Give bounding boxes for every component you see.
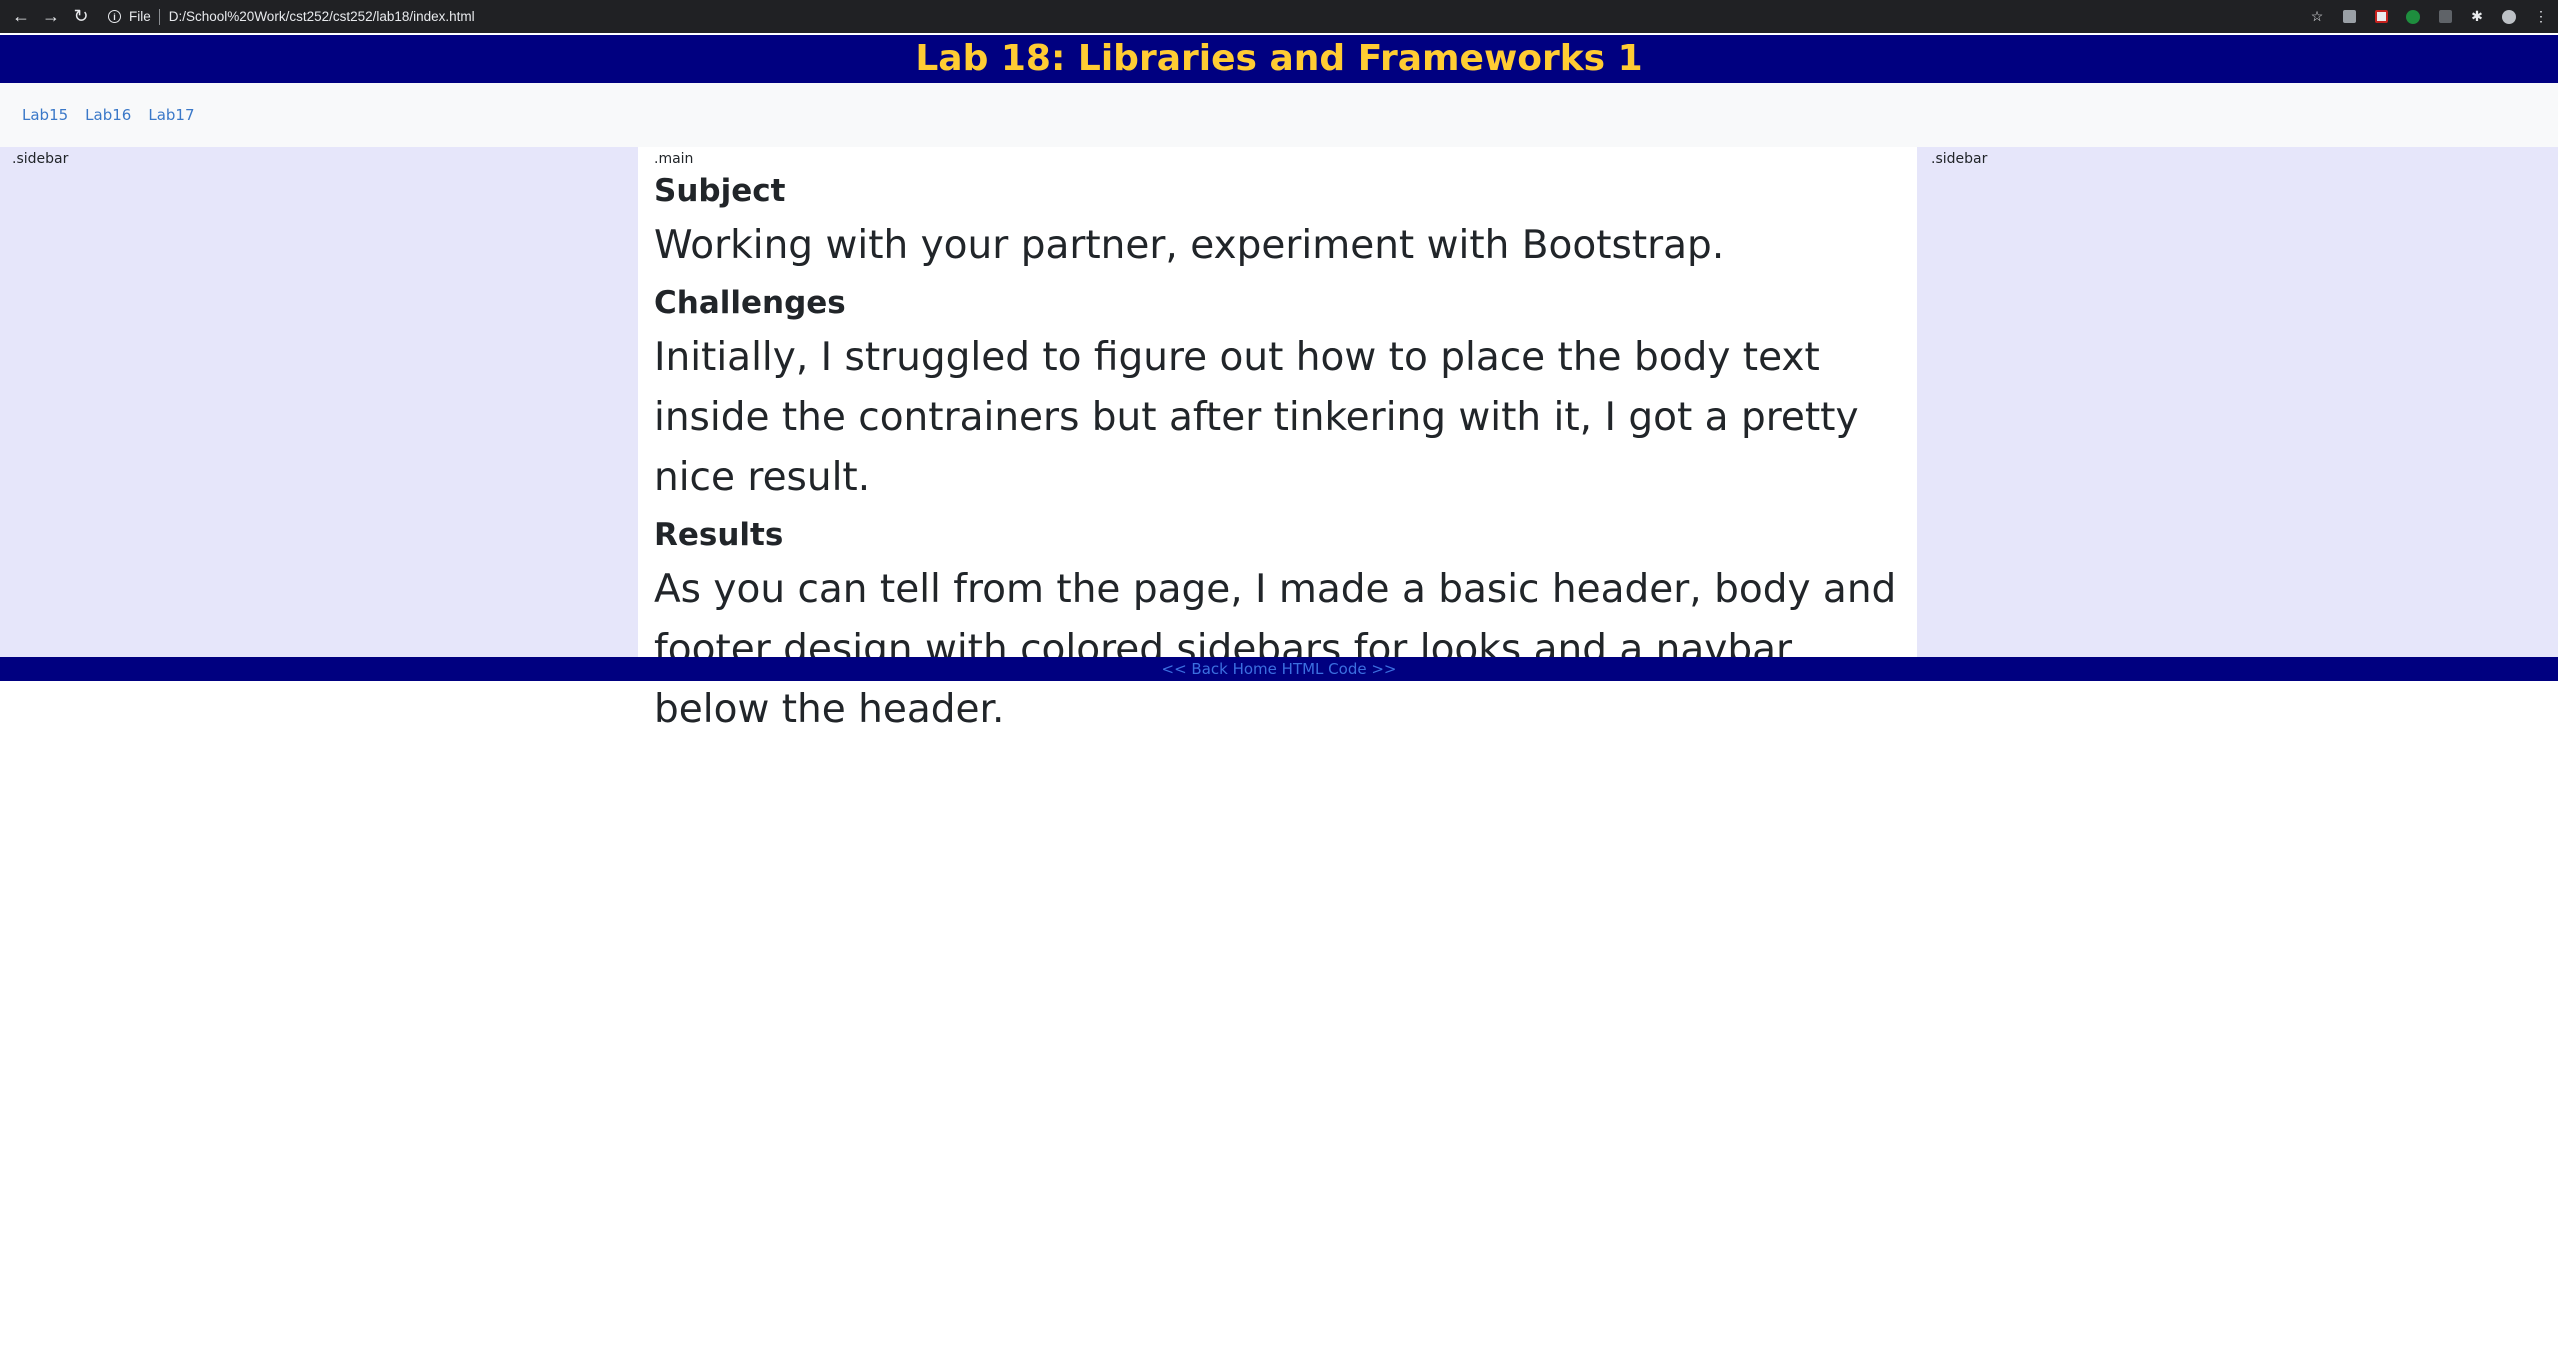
footer: << Back Home HTML Code >>	[0, 657, 2558, 681]
extension-icon[interactable]	[2436, 8, 2454, 26]
puzzle-icon[interactable]: ✱	[2468, 8, 2486, 26]
back-icon[interactable]: ←	[8, 4, 34, 30]
sidebar-label: .sidebar	[12, 151, 69, 167]
main-content: .main Subject Working with your partner,…	[638, 147, 1917, 732]
subject-heading: Subject	[654, 173, 786, 209]
content-row: .sidebar .main Subject Working with your…	[0, 147, 2558, 732]
address-bar[interactable]: i File D:/School%20Work/cst252/cst252/la…	[108, 5, 475, 29]
file-label: File	[129, 9, 151, 24]
sidebar-left: .sidebar	[0, 147, 638, 657]
extension-icon[interactable]	[2372, 8, 2390, 26]
navbar: Lab15 Lab16 Lab17	[0, 83, 2558, 147]
challenges-body: Initially, I struggled to figure out how…	[654, 335, 1859, 500]
nav-link-lab16[interactable]: Lab16	[85, 106, 131, 124]
sidebar-right: .sidebar	[1917, 147, 2558, 657]
reload-icon[interactable]: ↻	[68, 4, 94, 30]
sidebar-label: .sidebar	[1931, 151, 1988, 167]
extensions-area: ☆ ✱ ⋮	[2294, 0, 2550, 33]
profile-avatar-icon[interactable]	[2500, 8, 2518, 26]
forward-icon[interactable]: →	[38, 4, 64, 30]
nav-link-lab17[interactable]: Lab17	[148, 106, 194, 124]
back-home-link[interactable]: << Back Home HTML Code >>	[1162, 660, 1397, 678]
info-icon[interactable]: i	[108, 10, 121, 23]
main-label: .main	[654, 151, 694, 167]
extension-icon[interactable]	[2340, 8, 2358, 26]
menu-icon[interactable]: ⋮	[2532, 8, 2550, 26]
page-title: Lab 18: Libraries and Frameworks 1	[915, 38, 1643, 79]
browser-toolbar: ← → ↻ i File D:/School%20Work/cst252/cst…	[0, 0, 2558, 33]
extension-icon[interactable]	[2404, 8, 2422, 26]
challenges-heading: Challenges	[654, 285, 846, 321]
results-heading: Results	[654, 517, 784, 553]
bookmark-star-icon[interactable]: ☆	[2308, 8, 2326, 26]
omnibox-divider	[158, 8, 160, 25]
nav-link-lab15[interactable]: Lab15	[22, 106, 68, 124]
url-text[interactable]: D:/School%20Work/cst252/cst252/lab18/ind…	[169, 9, 475, 24]
subject-body: Working with your partner, experiment wi…	[654, 223, 1725, 268]
results-body: As you can tell from the page, I made a …	[654, 567, 1897, 732]
page-header: Lab 18: Libraries and Frameworks 1	[0, 35, 2558, 83]
